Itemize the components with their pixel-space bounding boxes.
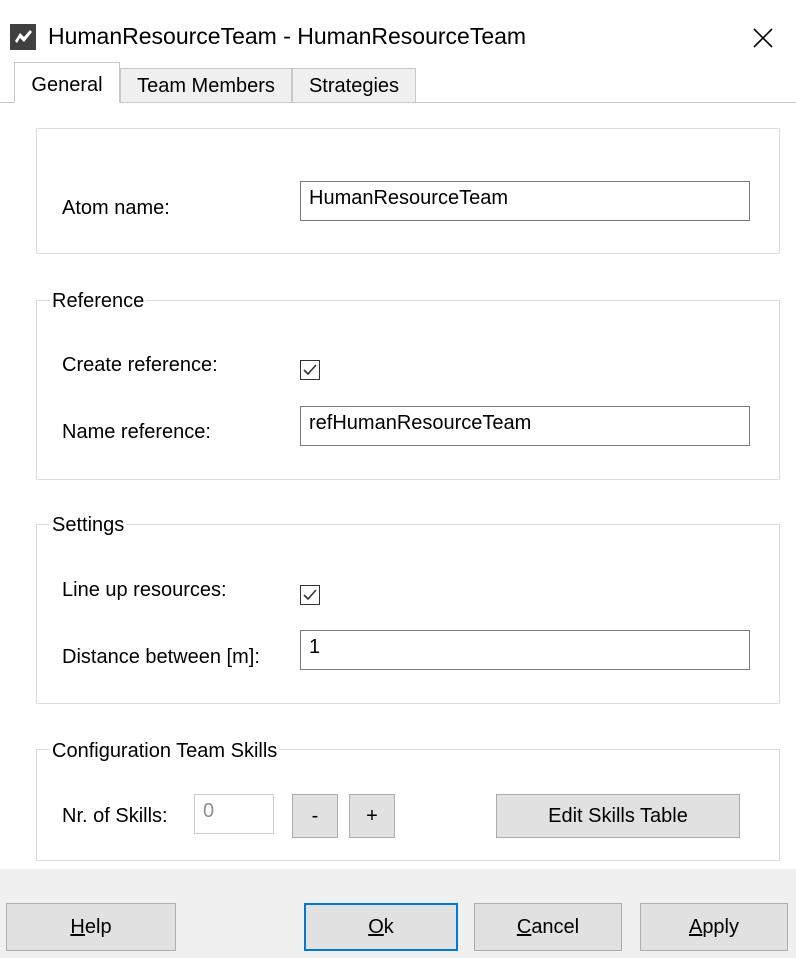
cancel-label: ancel — [531, 916, 580, 938]
atom-name-label: Atom name: — [62, 197, 170, 219]
cancel-button[interactable]: Cancel — [474, 903, 622, 951]
settings-group — [36, 524, 780, 704]
increase-skills-button[interactable]: + — [349, 794, 395, 838]
settings-legend: Settings — [50, 514, 127, 537]
create-reference-checkbox[interactable] — [300, 360, 320, 380]
app-icon — [10, 24, 36, 50]
reference-legend: Reference — [50, 290, 147, 313]
team-skills-legend: Configuration Team Skills — [50, 740, 280, 763]
decrease-skills-button[interactable]: - — [292, 794, 338, 838]
help-mnemonic: H — [70, 916, 85, 938]
nr-of-skills-label: Nr. of Skills: — [62, 805, 168, 827]
window-title: HumanResourceTeam - HumanResourceTeam — [48, 23, 527, 49]
reference-group — [36, 300, 780, 480]
cancel-mnemonic: C — [516, 916, 532, 938]
name-reference-input[interactable]: refHumanResourceTeam — [300, 406, 750, 446]
distance-between-input[interactable]: 1 — [300, 630, 750, 670]
atom-name-input[interactable]: HumanResourceTeam — [300, 181, 750, 221]
tab-team-members[interactable]: Team Members — [120, 68, 292, 102]
apply-button[interactable]: Apply — [640, 903, 788, 951]
name-reference-label: Name reference: — [62, 421, 211, 443]
close-button[interactable] — [740, 18, 786, 58]
distance-between-label: Distance between [m]: — [62, 646, 260, 668]
create-reference-label: Create reference: — [62, 354, 218, 376]
ok-mnemonic: O — [368, 916, 384, 938]
apply-mnemonic: A — [688, 916, 703, 938]
help-button[interactable]: Help — [6, 903, 176, 951]
tab-general[interactable]: General — [14, 62, 120, 103]
apply-label: pply — [702, 916, 740, 938]
edit-skills-table-button[interactable]: Edit Skills Table — [496, 794, 740, 838]
checkmark-icon — [303, 364, 317, 376]
ok-label: k — [383, 916, 394, 938]
nr-of-skills-input: 0 — [194, 794, 274, 834]
close-icon — [753, 28, 773, 48]
tab-strategies[interactable]: Strategies — [292, 68, 416, 102]
ok-button[interactable]: Ok — [304, 903, 458, 951]
checkmark-icon — [303, 589, 317, 601]
help-label: elp — [84, 916, 112, 938]
line-up-resources-label: Line up resources: — [62, 579, 227, 601]
line-up-resources-checkbox[interactable] — [300, 585, 320, 605]
